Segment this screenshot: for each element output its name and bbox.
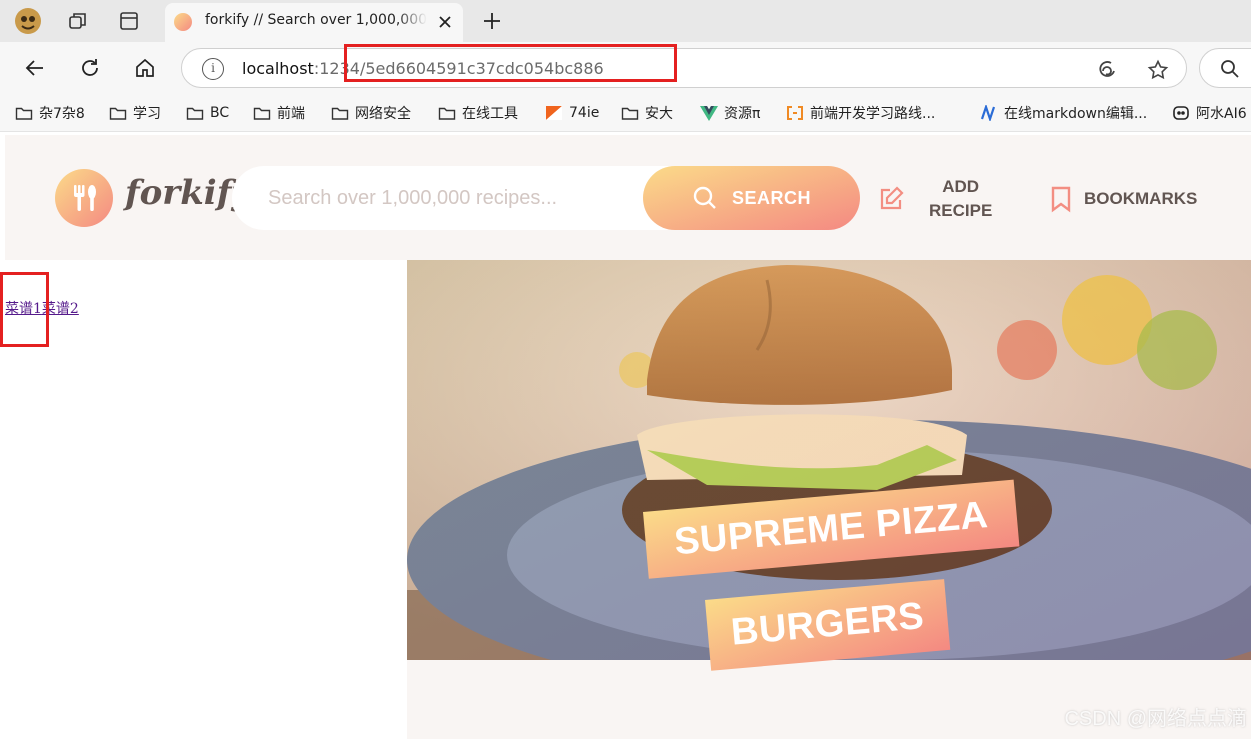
- search-button[interactable]: SEARCH: [643, 166, 860, 230]
- bookmark-item[interactable]: 学习: [109, 103, 161, 123]
- bookmark-label: 在线工具: [462, 106, 518, 122]
- folder-icon: [621, 105, 639, 121]
- tab-forkify[interactable]: forkify // Search over 1,000,000 recipes: [165, 3, 463, 42]
- site-74ie-icon: [545, 105, 563, 121]
- vertical-tabs-icon[interactable]: [114, 7, 144, 35]
- site-chat-icon: [1172, 105, 1190, 121]
- bookmark-label: 学习: [133, 106, 161, 122]
- workspaces-icon[interactable]: [63, 7, 93, 35]
- add-recipe-label-line1: ADD: [942, 177, 980, 196]
- bookmark-label: 前端开发学习路线...: [810, 106, 936, 122]
- tab-title: forkify // Search over 1,000,000 recipes: [205, 12, 427, 28]
- site-bracket-icon: [786, 105, 804, 121]
- add-recipe-label: ADD RECIPE: [929, 175, 992, 223]
- edge-reading-icon[interactable]: [1095, 58, 1119, 82]
- bookmark-label: 杂7杂8: [39, 106, 85, 122]
- bookmark-label: 阿水AI6: [1196, 106, 1247, 122]
- bookmark-label: 网络安全: [355, 106, 411, 122]
- bookmarks-bar: 杂7杂8 学习 BC 前端 网络安全 在线工具 74ie 安大 资源π 前端开发…: [0, 94, 1251, 132]
- recipe-search-form: SEARCH: [232, 166, 860, 230]
- bookmark-label: 前端: [277, 106, 305, 122]
- bookmark-label: 74ie: [569, 105, 600, 121]
- recipe-view: SUPREME PIZZA BURGERS CSDN @网络点点滴: [407, 260, 1251, 739]
- bookmark-item[interactable]: 安大: [621, 103, 673, 123]
- annotation-box-url: [344, 44, 677, 82]
- forkify-logo-icon[interactable]: [55, 169, 113, 227]
- browser-search-button[interactable]: [1199, 48, 1251, 88]
- folder-icon: [109, 105, 127, 121]
- search-input[interactable]: [268, 184, 618, 212]
- bookmark-item[interactable]: 在线工具: [438, 103, 518, 123]
- bookmark-item[interactable]: 74ie: [545, 103, 599, 123]
- add-recipe-label-line2: RECIPE: [929, 201, 993, 220]
- back-button[interactable]: [20, 53, 50, 83]
- favorite-star-icon[interactable]: [1146, 58, 1170, 82]
- bookmark-item[interactable]: BC: [186, 103, 229, 123]
- bookmark-label: 在线markdown编辑...: [1004, 106, 1148, 122]
- folder-icon: [331, 105, 349, 121]
- bookmarks-button[interactable]: BOOKMARKS: [1050, 175, 1197, 223]
- bookmark-label: 资源π: [724, 106, 761, 122]
- bookmark-item[interactable]: 前端: [253, 103, 305, 123]
- bookmark-item[interactable]: 资源π: [700, 103, 760, 123]
- folder-icon: [186, 105, 204, 121]
- home-button[interactable]: [130, 53, 160, 83]
- new-tab-button[interactable]: [478, 7, 506, 35]
- bookmark-item[interactable]: 阿水AI6: [1172, 103, 1247, 123]
- app-header: forkify SEARCH ADD RECIPE BOOKMARKS: [5, 135, 1251, 260]
- close-icon[interactable]: [435, 12, 455, 32]
- search-icon: [692, 185, 718, 211]
- annotation-box-result-link: [0, 272, 49, 347]
- bookmark-icon: [1050, 185, 1072, 213]
- bookmarks-label: BOOKMARKS: [1084, 189, 1198, 208]
- reload-button[interactable]: [75, 53, 105, 83]
- add-recipe-button[interactable]: ADD RECIPE: [877, 175, 992, 223]
- address-bar[interactable]: i localhost:1234/5ed6604591c37cdc054bc88…: [181, 48, 1187, 88]
- web-page: forkify SEARCH ADD RECIPE BOOKMARKS: [0, 133, 1251, 739]
- bookmark-item[interactable]: 网络安全: [331, 103, 411, 123]
- bookmark-label: BC: [210, 105, 230, 121]
- folder-icon: [15, 105, 33, 121]
- vue-icon: [700, 105, 718, 121]
- profile-avatar-icon[interactable]: [13, 7, 43, 35]
- bookmark-item[interactable]: 在线markdown编辑...: [980, 103, 1147, 123]
- folder-icon: [438, 105, 456, 121]
- bookmark-item[interactable]: 前端开发学习路线...: [786, 103, 935, 123]
- csdn-watermark: CSDN @网络点点滴: [1064, 708, 1247, 730]
- browser-tab-bar: forkify // Search over 1,000,000 recipes: [0, 0, 1251, 42]
- app-container: forkify SEARCH ADD RECIPE BOOKMARKS: [5, 135, 1251, 739]
- folder-icon: [253, 105, 271, 121]
- url-host: localhost: [242, 59, 314, 78]
- bookmark-label: 安大: [645, 106, 673, 122]
- search-button-label: SEARCH: [731, 187, 811, 208]
- forkify-favicon-icon: [174, 13, 192, 31]
- edit-icon: [877, 185, 905, 213]
- bookmark-item[interactable]: 杂7杂8: [15, 103, 85, 123]
- search-results-panel: 菜谱1菜谱2: [5, 260, 407, 739]
- site-info-icon[interactable]: i: [202, 58, 224, 80]
- site-n-icon: [980, 105, 998, 121]
